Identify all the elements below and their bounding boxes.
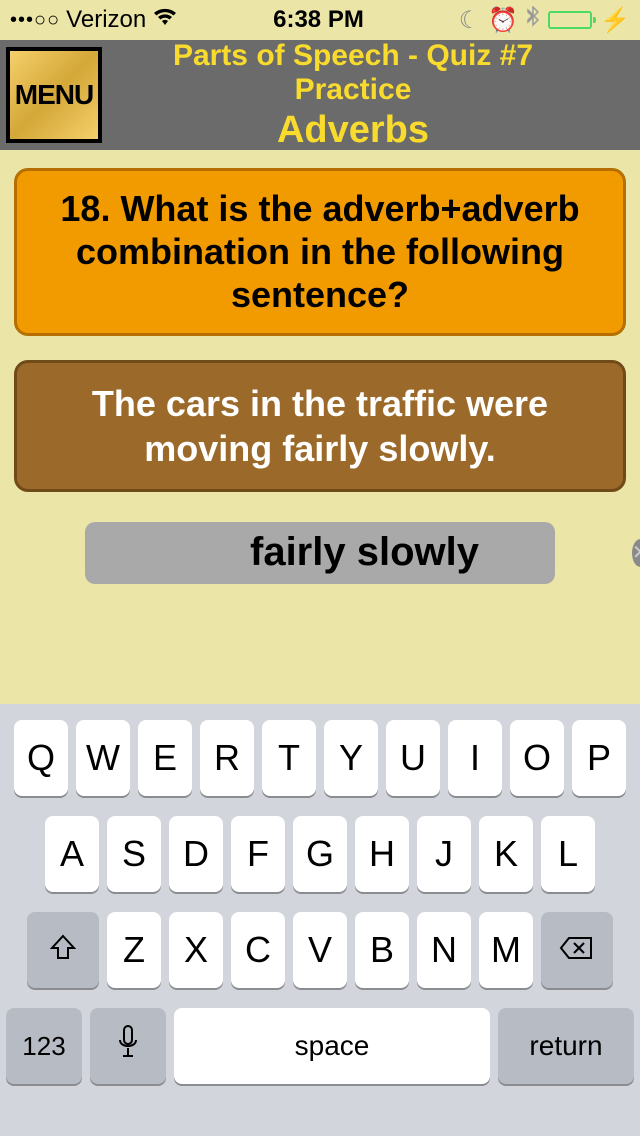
keyboard-row-4: 123 space return [6, 1008, 634, 1084]
key-r[interactable]: R [200, 720, 254, 796]
keyboard-row-1: QWERTYUIOP [6, 720, 634, 796]
key-a[interactable]: A [45, 816, 99, 892]
content-area: 18. What is the adverb+adverb combinatio… [0, 150, 640, 602]
key-g[interactable]: G [293, 816, 347, 892]
keyboard-row-3: ZXCVBNM [6, 912, 634, 988]
answer-row: ✕ [14, 522, 626, 584]
carrier-label: Verizon [66, 6, 146, 34]
battery-icon [548, 11, 592, 29]
signal-strength-icon: •••○○ [10, 9, 60, 32]
key-w[interactable]: W [76, 720, 130, 796]
key-n[interactable]: N [417, 912, 471, 988]
alarm-icon: ⏰ [488, 6, 518, 35]
close-icon: ✕ [632, 540, 640, 565]
return-key[interactable]: return [498, 1008, 634, 1084]
key-s[interactable]: S [107, 816, 161, 892]
key-f[interactable]: F [231, 816, 285, 892]
clear-input-button[interactable]: ✕ [632, 539, 640, 567]
status-left: •••○○ Verizon [10, 6, 178, 34]
backspace-key[interactable] [541, 912, 613, 988]
wifi-icon [152, 6, 178, 34]
shift-icon [48, 929, 78, 971]
header-bar: MENU Parts of Speech - Quiz #7 Practice … [0, 40, 640, 150]
key-c[interactable]: C [231, 912, 285, 988]
key-l[interactable]: L [541, 816, 595, 892]
shift-key[interactable] [27, 912, 99, 988]
key-v[interactable]: V [293, 912, 347, 988]
status-bar: •••○○ Verizon 6:38 PM ☾ ⏰ ⚡ [0, 0, 640, 40]
charging-icon: ⚡ [600, 6, 630, 35]
keyboard: QWERTYUIOP ASDFGHJKL ZXCVBNM 123 space r… [0, 704, 640, 1136]
key-k[interactable]: K [479, 816, 533, 892]
backspace-icon [559, 929, 595, 971]
bluetooth-icon [526, 6, 540, 35]
keyboard-row-2: ASDFGHJKL [6, 816, 634, 892]
status-right: ☾ ⏰ ⚡ [459, 6, 630, 35]
key-e[interactable]: E [138, 720, 192, 796]
answer-input[interactable] [97, 530, 632, 575]
key-p[interactable]: P [572, 720, 626, 796]
key-t[interactable]: T [262, 720, 316, 796]
status-time: 6:38 PM [273, 6, 364, 34]
key-h[interactable]: H [355, 816, 409, 892]
quiz-title: Parts of Speech - Quiz #7 Practice [112, 39, 594, 107]
mic-icon [116, 1024, 140, 1069]
numbers-key[interactable]: 123 [6, 1008, 82, 1084]
moon-icon: ☾ [459, 6, 481, 35]
header-titles: Parts of Speech - Quiz #7 Practice Adver… [112, 39, 634, 152]
space-key[interactable]: space [174, 1008, 490, 1084]
question-box: 18. What is the adverb+adverb combinatio… [14, 168, 626, 336]
key-q[interactable]: Q [14, 720, 68, 796]
key-i[interactable]: I [448, 720, 502, 796]
key-d[interactable]: D [169, 816, 223, 892]
key-m[interactable]: M [479, 912, 533, 988]
key-x[interactable]: X [169, 912, 223, 988]
answer-input-container[interactable]: ✕ [85, 522, 555, 584]
key-b[interactable]: B [355, 912, 409, 988]
key-z[interactable]: Z [107, 912, 161, 988]
sentence-box: The cars in the traffic were moving fair… [14, 360, 626, 492]
key-j[interactable]: J [417, 816, 471, 892]
menu-button[interactable]: MENU [6, 47, 102, 143]
key-y[interactable]: Y [324, 720, 378, 796]
quiz-subtitle: Adverbs [112, 109, 594, 152]
key-o[interactable]: O [510, 720, 564, 796]
mic-key[interactable] [90, 1008, 166, 1084]
key-u[interactable]: U [386, 720, 440, 796]
